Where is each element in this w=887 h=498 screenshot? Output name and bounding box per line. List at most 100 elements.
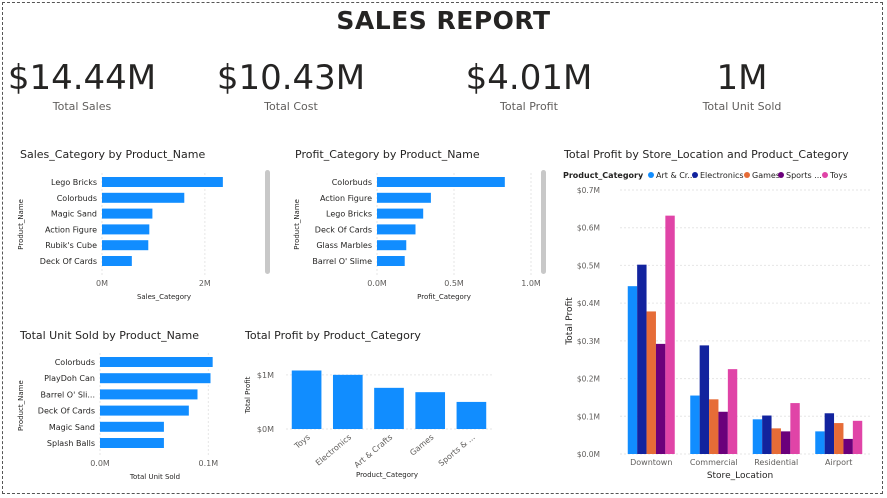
y-tick-label: Splash Balls xyxy=(47,439,95,448)
chart-title-profit-by-category: Total Profit by Product_Category xyxy=(245,329,421,342)
report-title: SALES REPORT xyxy=(336,6,551,35)
legend-title: Product_Category xyxy=(563,171,644,180)
bar xyxy=(377,177,505,187)
kpi-card-total-unit-sold[interactable]: 1M Total Unit Sold xyxy=(642,58,842,113)
bar xyxy=(852,420,863,454)
y-tick-label: $0.2M xyxy=(577,375,600,384)
y-tick-label: Barrel O' Sli... xyxy=(40,390,95,399)
y-axis-title: Total Profit xyxy=(565,297,575,346)
y-tick-label: Deck Of Cards xyxy=(315,225,372,234)
x-tick-label: Downtown xyxy=(630,458,672,467)
y-tick-label: $0.7M xyxy=(577,186,600,195)
bar xyxy=(100,421,164,432)
y-tick-label: Rubik's Cube xyxy=(45,241,97,250)
x-axis-title: Total Unit Sold xyxy=(129,473,180,481)
legend-label: Games xyxy=(752,171,780,180)
bar xyxy=(762,415,772,454)
x-axis-title: Profit_Category xyxy=(417,293,471,301)
bar xyxy=(456,401,487,429)
x-tick-label: Electronics xyxy=(314,433,353,468)
y-tick-label: Magic Sand xyxy=(49,423,95,432)
y-tick-label: Deck Of Cards xyxy=(40,257,97,266)
kpi-card-total-sales[interactable]: $14.44M Total Sales xyxy=(0,58,182,113)
chart-profit-by-category[interactable]: $0M $1M Toys Electronics Art & Crafts Games Sp… xyxy=(240,350,500,482)
legend-marker xyxy=(822,172,828,178)
bar xyxy=(100,438,164,448)
legend-label: Sports ... xyxy=(786,171,822,180)
kpi-label: Total Unit Sold xyxy=(702,100,782,113)
y-axis-title: Product_Name xyxy=(17,380,25,431)
y-tick-label: $0.3M xyxy=(577,337,600,346)
x-tick-label: 0.1M xyxy=(199,459,219,468)
y-tick-label: PlayDoh Can xyxy=(44,374,95,383)
chart-scrollbar[interactable] xyxy=(541,170,546,274)
x-tick-label: Toys xyxy=(292,433,312,452)
bar xyxy=(377,240,407,251)
bar xyxy=(291,370,322,429)
chart-units-by-product[interactable]: 0.0M 0.1M Colorbuds PlayDoh Can Barrel O' Sl… xyxy=(14,350,234,482)
chart-scrollbar[interactable] xyxy=(265,170,270,274)
legend-label: Toys xyxy=(829,171,847,180)
y-tick-label: $0.4M xyxy=(577,299,600,308)
kpi-value: $14.44M xyxy=(7,58,157,98)
chart-title-profit-by-store: Total Profit by Store_Location and Produ… xyxy=(564,148,849,161)
bar xyxy=(690,395,700,454)
bar xyxy=(843,438,853,454)
bar xyxy=(727,369,738,454)
bar xyxy=(655,343,666,454)
chart-sales-by-product[interactable]: 0M 2M Lego Bricks Colorbuds Magic Sand Action… xyxy=(14,168,264,302)
bar xyxy=(102,256,132,266)
kpi-value: 1M xyxy=(716,58,768,98)
kpi-label: Total Sales xyxy=(52,100,112,113)
bar xyxy=(709,399,719,454)
x-tick-label: 2M xyxy=(199,279,211,288)
x-tick-label: 0M xyxy=(96,279,108,288)
y-tick-label: Deck Of Cards xyxy=(38,407,95,416)
x-tick-label: Games xyxy=(408,433,435,458)
bar xyxy=(377,224,416,235)
legend-label: Art & Cr... xyxy=(656,171,695,180)
y-tick-label: Colorbuds xyxy=(55,358,95,367)
chart-profit-by-product[interactable]: 0.0M 0.5M 1.0M Colorbuds Action Figure Lego B… xyxy=(290,168,542,302)
bar xyxy=(780,431,791,454)
kpi-card-total-profit[interactable]: $4.01M Total Profit xyxy=(429,58,629,113)
y-tick-label: Action Figure xyxy=(320,194,372,203)
bar xyxy=(332,374,363,429)
x-tick-label: 1.0M xyxy=(521,279,541,288)
y-tick-label: Lego Bricks xyxy=(326,210,372,219)
x-tick-label: Airport xyxy=(825,458,852,467)
x-tick-label: 0.5M xyxy=(444,279,464,288)
y-tick-label: Lego Bricks xyxy=(51,178,97,187)
y-axis-title: Total Profit xyxy=(244,376,252,414)
bar xyxy=(637,264,647,454)
x-axis-title: Product_Category xyxy=(356,471,418,479)
bar xyxy=(100,405,189,416)
bar xyxy=(752,419,763,454)
bar xyxy=(718,411,728,454)
kpi-label: Total Cost xyxy=(264,100,318,113)
y-tick-label: $0.0M xyxy=(577,450,600,459)
bar xyxy=(377,192,431,203)
bar xyxy=(834,423,844,454)
x-tick-label: 0.0M xyxy=(367,279,387,288)
bar xyxy=(627,286,638,454)
kpi-value: $10.43M xyxy=(216,58,366,98)
y-tick-label: $1M xyxy=(257,371,274,380)
y-tick-label: $0M xyxy=(257,425,274,434)
y-tick-label: Colorbuds xyxy=(332,178,372,187)
y-tick-label: $0.1M xyxy=(577,412,600,421)
bar xyxy=(415,392,446,429)
x-axis-title: Sales_Category xyxy=(137,293,191,301)
chart-title-units-by-product: Total Unit Sold by Product_Name xyxy=(20,329,200,342)
bar xyxy=(102,224,150,235)
kpi-label: Total Profit xyxy=(500,100,558,113)
chart-profit-by-store-and-category[interactable]: Product_Category Art & Cr... Electronics Ga… xyxy=(560,166,874,482)
bar xyxy=(824,413,835,454)
bar xyxy=(374,387,404,429)
bar xyxy=(102,240,149,251)
y-axis-title: Product_Name xyxy=(17,199,25,250)
legend-marker xyxy=(648,172,654,178)
bar xyxy=(102,177,223,187)
kpi-card-total-cost[interactable]: $10.43M Total Cost xyxy=(191,58,391,113)
bar xyxy=(790,403,800,454)
